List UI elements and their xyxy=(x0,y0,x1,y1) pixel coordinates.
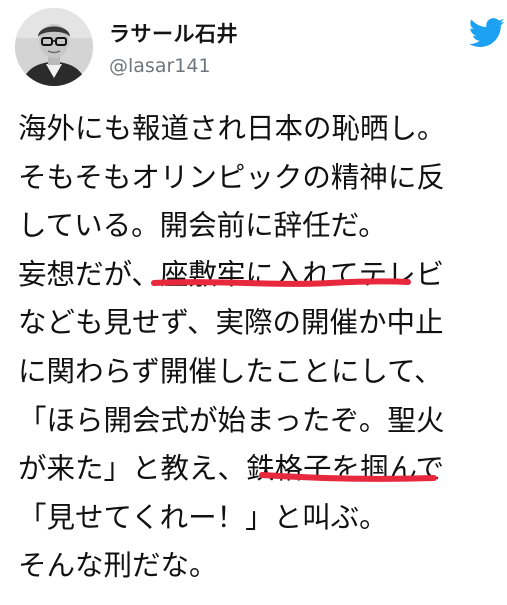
author-handle[interactable]: @lasar141 xyxy=(109,55,211,77)
tweet-text-line: 「ほら開会式が始まったぞ。聖火 xyxy=(18,403,445,437)
tweet-text-line: そんな刑だな。 xyxy=(18,549,218,583)
tweet-text-line: に関わらず開催したことにして、 xyxy=(18,354,443,388)
avatar[interactable] xyxy=(15,8,93,86)
tweet-text-line: 海外にも報道され日本の恥晒し。 xyxy=(18,112,446,145)
tweet-text-line: している。開会前に辞任だ。 xyxy=(18,209,387,243)
tweet-text-line: 妄想だが、座敷牢に入れてテレビ xyxy=(18,257,445,291)
twitter-bird-icon[interactable] xyxy=(469,18,505,48)
author-display-name[interactable]: ラサール石井 xyxy=(109,18,238,48)
tweet-text-line: なども見せず、実際の開催か中止 xyxy=(18,306,444,340)
tweet-text-line: が来た」と教え、鉄格子を掴んで xyxy=(18,452,445,486)
tweet-text-line: そもそもオリンピックの精神に反 xyxy=(18,160,445,194)
tweet-card: ラサール石井 @lasar141 海外にも報道され日本の恥晒し。 そもそもオリン… xyxy=(0,0,507,605)
avatar-photo xyxy=(15,8,93,86)
tweet-text: 海外にも報道され日本の恥晒し。 そもそもオリンピックの精神に反 している。開会前… xyxy=(18,105,498,591)
tweet-text-line: 「見せてくれー！」と叫ぶ。 xyxy=(18,500,388,534)
